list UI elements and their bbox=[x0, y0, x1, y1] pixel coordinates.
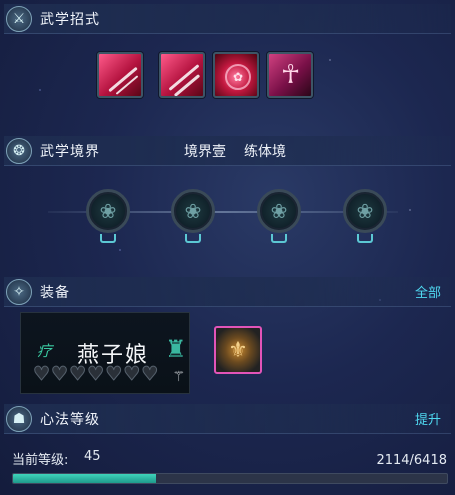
heart-icon: ♥ bbox=[87, 363, 105, 385]
skills-section-title: 武学招式 bbox=[40, 11, 100, 28]
equipment-section-header: ✧ 装备 全部 bbox=[4, 277, 451, 307]
realm-section-title: 武学境界 bbox=[40, 143, 100, 160]
realm-node-base-3 bbox=[271, 234, 287, 243]
dancer-icon: ☥ bbox=[281, 60, 301, 90]
realm-node-base-4 bbox=[357, 234, 373, 243]
level-progress-text: 2114/6418 bbox=[376, 453, 447, 468]
heart-icon: ♥ bbox=[51, 363, 69, 385]
gear-icon: ✧ bbox=[6, 278, 32, 305]
heart-icon: ♥ bbox=[105, 363, 123, 385]
skill-slot-3[interactable]: ✿ bbox=[213, 52, 259, 98]
realm-node-base-2 bbox=[185, 234, 201, 243]
equipment-item-slot[interactable]: ⚜ bbox=[214, 326, 262, 374]
realm-section-header: ❂ 武学境界 境界壹 练体境 bbox=[4, 136, 451, 166]
heart-icon: ♥ bbox=[123, 363, 141, 385]
level-progress-fill bbox=[13, 474, 156, 483]
sword-icon: ⚔ bbox=[6, 5, 32, 32]
trigram-icon: ⚚ bbox=[172, 369, 185, 385]
character-icon: ♜ bbox=[165, 335, 187, 363]
armor-icon: ⚜ bbox=[228, 337, 248, 363]
equipment-section-title: 装备 bbox=[40, 284, 70, 301]
skills-section-header: ⚔ 武学招式 bbox=[4, 4, 451, 34]
realm-node-3[interactable]: ❀ bbox=[257, 189, 301, 233]
realm-node-4[interactable]: ❀ bbox=[343, 189, 387, 233]
level-value: 45 bbox=[84, 449, 101, 464]
skill-slot-2[interactable] bbox=[159, 52, 205, 98]
mind-section-title: 心法等级 bbox=[40, 411, 100, 428]
realm-node-2[interactable]: ❀ bbox=[171, 189, 215, 233]
heart-icon: ♥ bbox=[141, 363, 159, 385]
heart-rating: ♥ ♥ ♥ ♥ ♥ ♥ ♥ bbox=[32, 363, 159, 385]
upgrade-button[interactable]: 提升 bbox=[415, 409, 441, 428]
heart-icon: ♥ bbox=[69, 363, 87, 385]
level-progress-bar bbox=[12, 473, 448, 484]
realm-node-base-1 bbox=[100, 234, 116, 243]
realm-name: 境界壹 bbox=[184, 143, 226, 160]
heart-icon: ♥ bbox=[32, 363, 51, 385]
mind-section-header: ☗ 心法等级 提升 bbox=[4, 404, 451, 434]
realm-stage: 练体境 bbox=[244, 143, 286, 160]
card-type-symbol: 疗 bbox=[37, 342, 53, 360]
rose-icon: ✿ bbox=[225, 64, 251, 90]
figure-icon: ☗ bbox=[6, 405, 32, 432]
swirl-icon: ❂ bbox=[6, 137, 32, 164]
skill-slot-1[interactable] bbox=[97, 52, 143, 98]
skill-slot-4[interactable]: ☥ bbox=[267, 52, 313, 98]
equipment-card[interactable]: 疗 燕子娘 ♜ ♥ ♥ ♥ ♥ ♥ ♥ ♥ ⚚ bbox=[20, 312, 190, 394]
equipment-all-link[interactable]: 全部 bbox=[415, 282, 441, 301]
realm-node-1[interactable]: ❀ bbox=[86, 189, 130, 233]
level-label: 当前等级: bbox=[12, 453, 69, 468]
